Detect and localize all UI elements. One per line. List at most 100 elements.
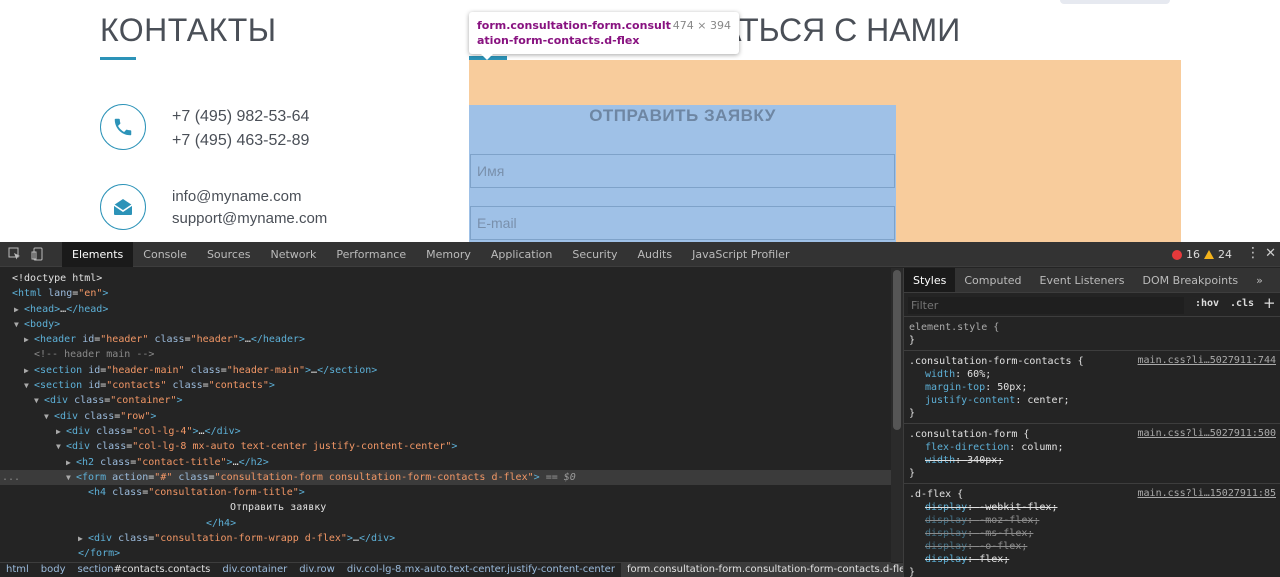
rule-close: } — [909, 335, 916, 346]
dom-line[interactable]: <h4 class="consultation-form-title"> — [0, 485, 891, 500]
dom-line[interactable]: <!-- header main --> — [0, 347, 891, 362]
tab-console[interactable]: Console — [133, 242, 197, 267]
rule-source-link[interactable]: main.css?li…15027911:85 — [1138, 488, 1276, 499]
tab-audits[interactable]: Audits — [628, 242, 683, 267]
dom-line[interactable]: ▶ <header id="header" class="header">…</h… — [0, 332, 891, 347]
dom-line[interactable]: ▼ <div class="row"> — [0, 409, 891, 424]
property-value: flex; — [979, 554, 1010, 565]
title-underline — [100, 57, 136, 60]
expand-icon[interactable]: ▶ — [14, 302, 24, 317]
expand-icon[interactable]: ▶ — [24, 332, 34, 347]
tab-memory[interactable]: Memory — [416, 242, 481, 267]
more-tabs-icon[interactable]: » — [1247, 268, 1272, 292]
scroll-thumb[interactable] — [893, 270, 901, 430]
breadcrumb-item[interactable]: body — [35, 563, 72, 577]
style-declaration[interactable]: width: 60%; — [909, 368, 1276, 381]
breadcrumb-item[interactable]: div.container — [216, 563, 293, 577]
rule-close: } — [909, 468, 916, 479]
attr-value: "header-main" — [106, 364, 185, 376]
style-declaration-overridden[interactable]: width: 340px; — [909, 454, 1276, 467]
add-rule-button[interactable]: + — [1263, 294, 1276, 312]
dom-line[interactable]: <html lang="en"> — [0, 286, 891, 301]
attr-value: "consultation-form consultation-form-con… — [214, 471, 534, 483]
inspect-element-icon[interactable] — [8, 246, 24, 262]
style-rule[interactable]: .d-flex { main.css?li…15027911:85 displa… — [904, 484, 1280, 577]
style-declaration-overridden[interactable]: display: -webkit-flex; — [909, 501, 1276, 514]
issue-counts[interactable]: 16 24 — [1172, 248, 1232, 261]
style-rule[interactable]: .consultation-form { main.css?li…5027911… — [904, 424, 1280, 484]
property-value: center; — [1027, 395, 1070, 406]
tab-performance[interactable]: Performance — [326, 242, 416, 267]
collapse-icon[interactable]: ▼ — [24, 378, 34, 393]
collapse-icon[interactable]: ▼ — [44, 409, 54, 424]
style-declaration[interactable]: justify-content: center; — [909, 394, 1276, 407]
style-declaration-invalid[interactable]: display: -moz-flex; — [909, 514, 1276, 527]
collapse-icon[interactable]: ▼ — [34, 393, 44, 408]
style-declaration[interactable]: flex-direction: column; — [909, 441, 1276, 454]
dom-line-selected[interactable]: ... ▼ <form action="#" class="consultation… — [0, 469, 891, 486]
tab-javascript-profiler[interactable]: JavaScript Profiler — [682, 242, 799, 267]
dom-line[interactable]: ▼ <div class="container"> — [0, 393, 891, 408]
line-menu-dots[interactable]: ... — [2, 470, 20, 485]
dom-line[interactable]: ▶ <h2 class="contact-title">…</h2> — [0, 455, 891, 470]
cls-toggle[interactable]: .cls — [1230, 298, 1254, 309]
email-1[interactable]: info@myname.com — [172, 188, 301, 205]
breadcrumb-item-active[interactable]: form.consultation-form.consultation-form… — [620, 563, 918, 577]
breadcrumb-item[interactable]: div.col-lg-8.mx-auto.text-center.justify… — [341, 563, 621, 577]
style-declaration[interactable]: margin-top: 50px; — [909, 381, 1276, 394]
dom-line[interactable]: Отправить заявку — [0, 500, 891, 515]
styles-filter-input[interactable] — [908, 297, 1184, 314]
phone-1[interactable]: +7 (495) 982-53-64 — [172, 108, 309, 126]
hov-toggle[interactable]: :hov — [1195, 298, 1219, 309]
breadcrumb-selector: .container — [236, 564, 288, 575]
dom-tree[interactable]: <!doctype html> <html lang="en"> ▶ <head>… — [0, 268, 891, 562]
rule-source-link[interactable]: main.css?li…5027911:744 — [1138, 355, 1276, 366]
expand-icon[interactable]: ▶ — [56, 424, 66, 439]
dom-line[interactable]: ▶ <div class="col-lg-4">…</div> — [0, 424, 891, 439]
style-declaration-invalid[interactable]: display: -o-flex; — [909, 540, 1276, 553]
expand-icon[interactable]: ▶ — [78, 531, 88, 546]
phone-2[interactable]: +7 (495) 463-52-89 — [172, 132, 309, 150]
tab-security[interactable]: Security — [562, 242, 627, 267]
style-rule[interactable]: .consultation-form-contacts { main.css?l… — [904, 351, 1280, 424]
tab-elements[interactable]: Elements — [62, 242, 134, 267]
tab-styles[interactable]: Styles — [904, 268, 956, 292]
tab-application[interactable]: Application — [481, 242, 562, 267]
dom-line[interactable]: </form> — [0, 546, 891, 561]
devtools-tabs: Elements Console Sources Network Perform… — [62, 242, 799, 267]
close-icon[interactable]: ✕ — [1265, 246, 1276, 261]
email-input[interactable]: E-mail — [470, 206, 895, 240]
name-input[interactable]: Имя — [470, 154, 895, 188]
tab-event-listeners[interactable]: Event Listeners — [1031, 268, 1134, 292]
email-2[interactable]: support@myname.com — [172, 210, 327, 227]
dom-line[interactable]: <!doctype html> — [0, 271, 891, 286]
expand-icon[interactable]: ▶ — [66, 455, 76, 470]
breadcrumb-item[interactable]: div.row — [293, 563, 341, 577]
style-declaration-overridden[interactable]: display: flex; — [909, 553, 1276, 566]
tab-sources[interactable]: Sources — [197, 242, 261, 267]
attr-value: "container" — [110, 395, 177, 407]
breadcrumb-tag: div — [346, 564, 362, 575]
dom-line[interactable]: ▶ <head>…</head> — [0, 302, 891, 317]
collapse-icon[interactable]: ▼ — [66, 470, 76, 485]
breadcrumb-item[interactable]: html — [0, 563, 35, 577]
tab-computed[interactable]: Computed — [955, 268, 1030, 292]
style-declaration-invalid[interactable]: display: -ms-flex; — [909, 527, 1276, 540]
style-rule-element[interactable]: element.style { } — [904, 317, 1280, 351]
dom-line[interactable]: ▼ <div class="col-lg-8 mx-auto text-cente… — [0, 439, 891, 454]
dom-line[interactable]: ▼ <section id="contacts" class="contacts"… — [0, 378, 891, 393]
expand-icon[interactable]: ▶ — [24, 363, 34, 378]
dom-line[interactable]: ▶ <div class="consultation-form-wrapp d-f… — [0, 531, 891, 546]
more-options-icon[interactable]: ⋮ — [1246, 246, 1260, 260]
device-toolbar-icon[interactable] — [31, 246, 47, 262]
dom-line[interactable]: ▶ <section id="header-main" class="header… — [0, 363, 891, 378]
collapse-icon[interactable]: ▼ — [14, 317, 24, 332]
dom-line[interactable]: ▼ <body> — [0, 317, 891, 332]
rule-source-link[interactable]: main.css?li…5027911:500 — [1138, 428, 1276, 439]
breadcrumb-item[interactable]: section#contacts.contacts — [72, 563, 217, 577]
dom-line[interactable]: </h4> — [0, 516, 891, 531]
tab-network[interactable]: Network — [260, 242, 326, 267]
collapse-icon[interactable]: ▼ — [56, 439, 66, 454]
dom-scrollbar[interactable] — [891, 268, 903, 562]
tab-dom-breakpoints[interactable]: DOM Breakpoints — [1134, 268, 1248, 292]
